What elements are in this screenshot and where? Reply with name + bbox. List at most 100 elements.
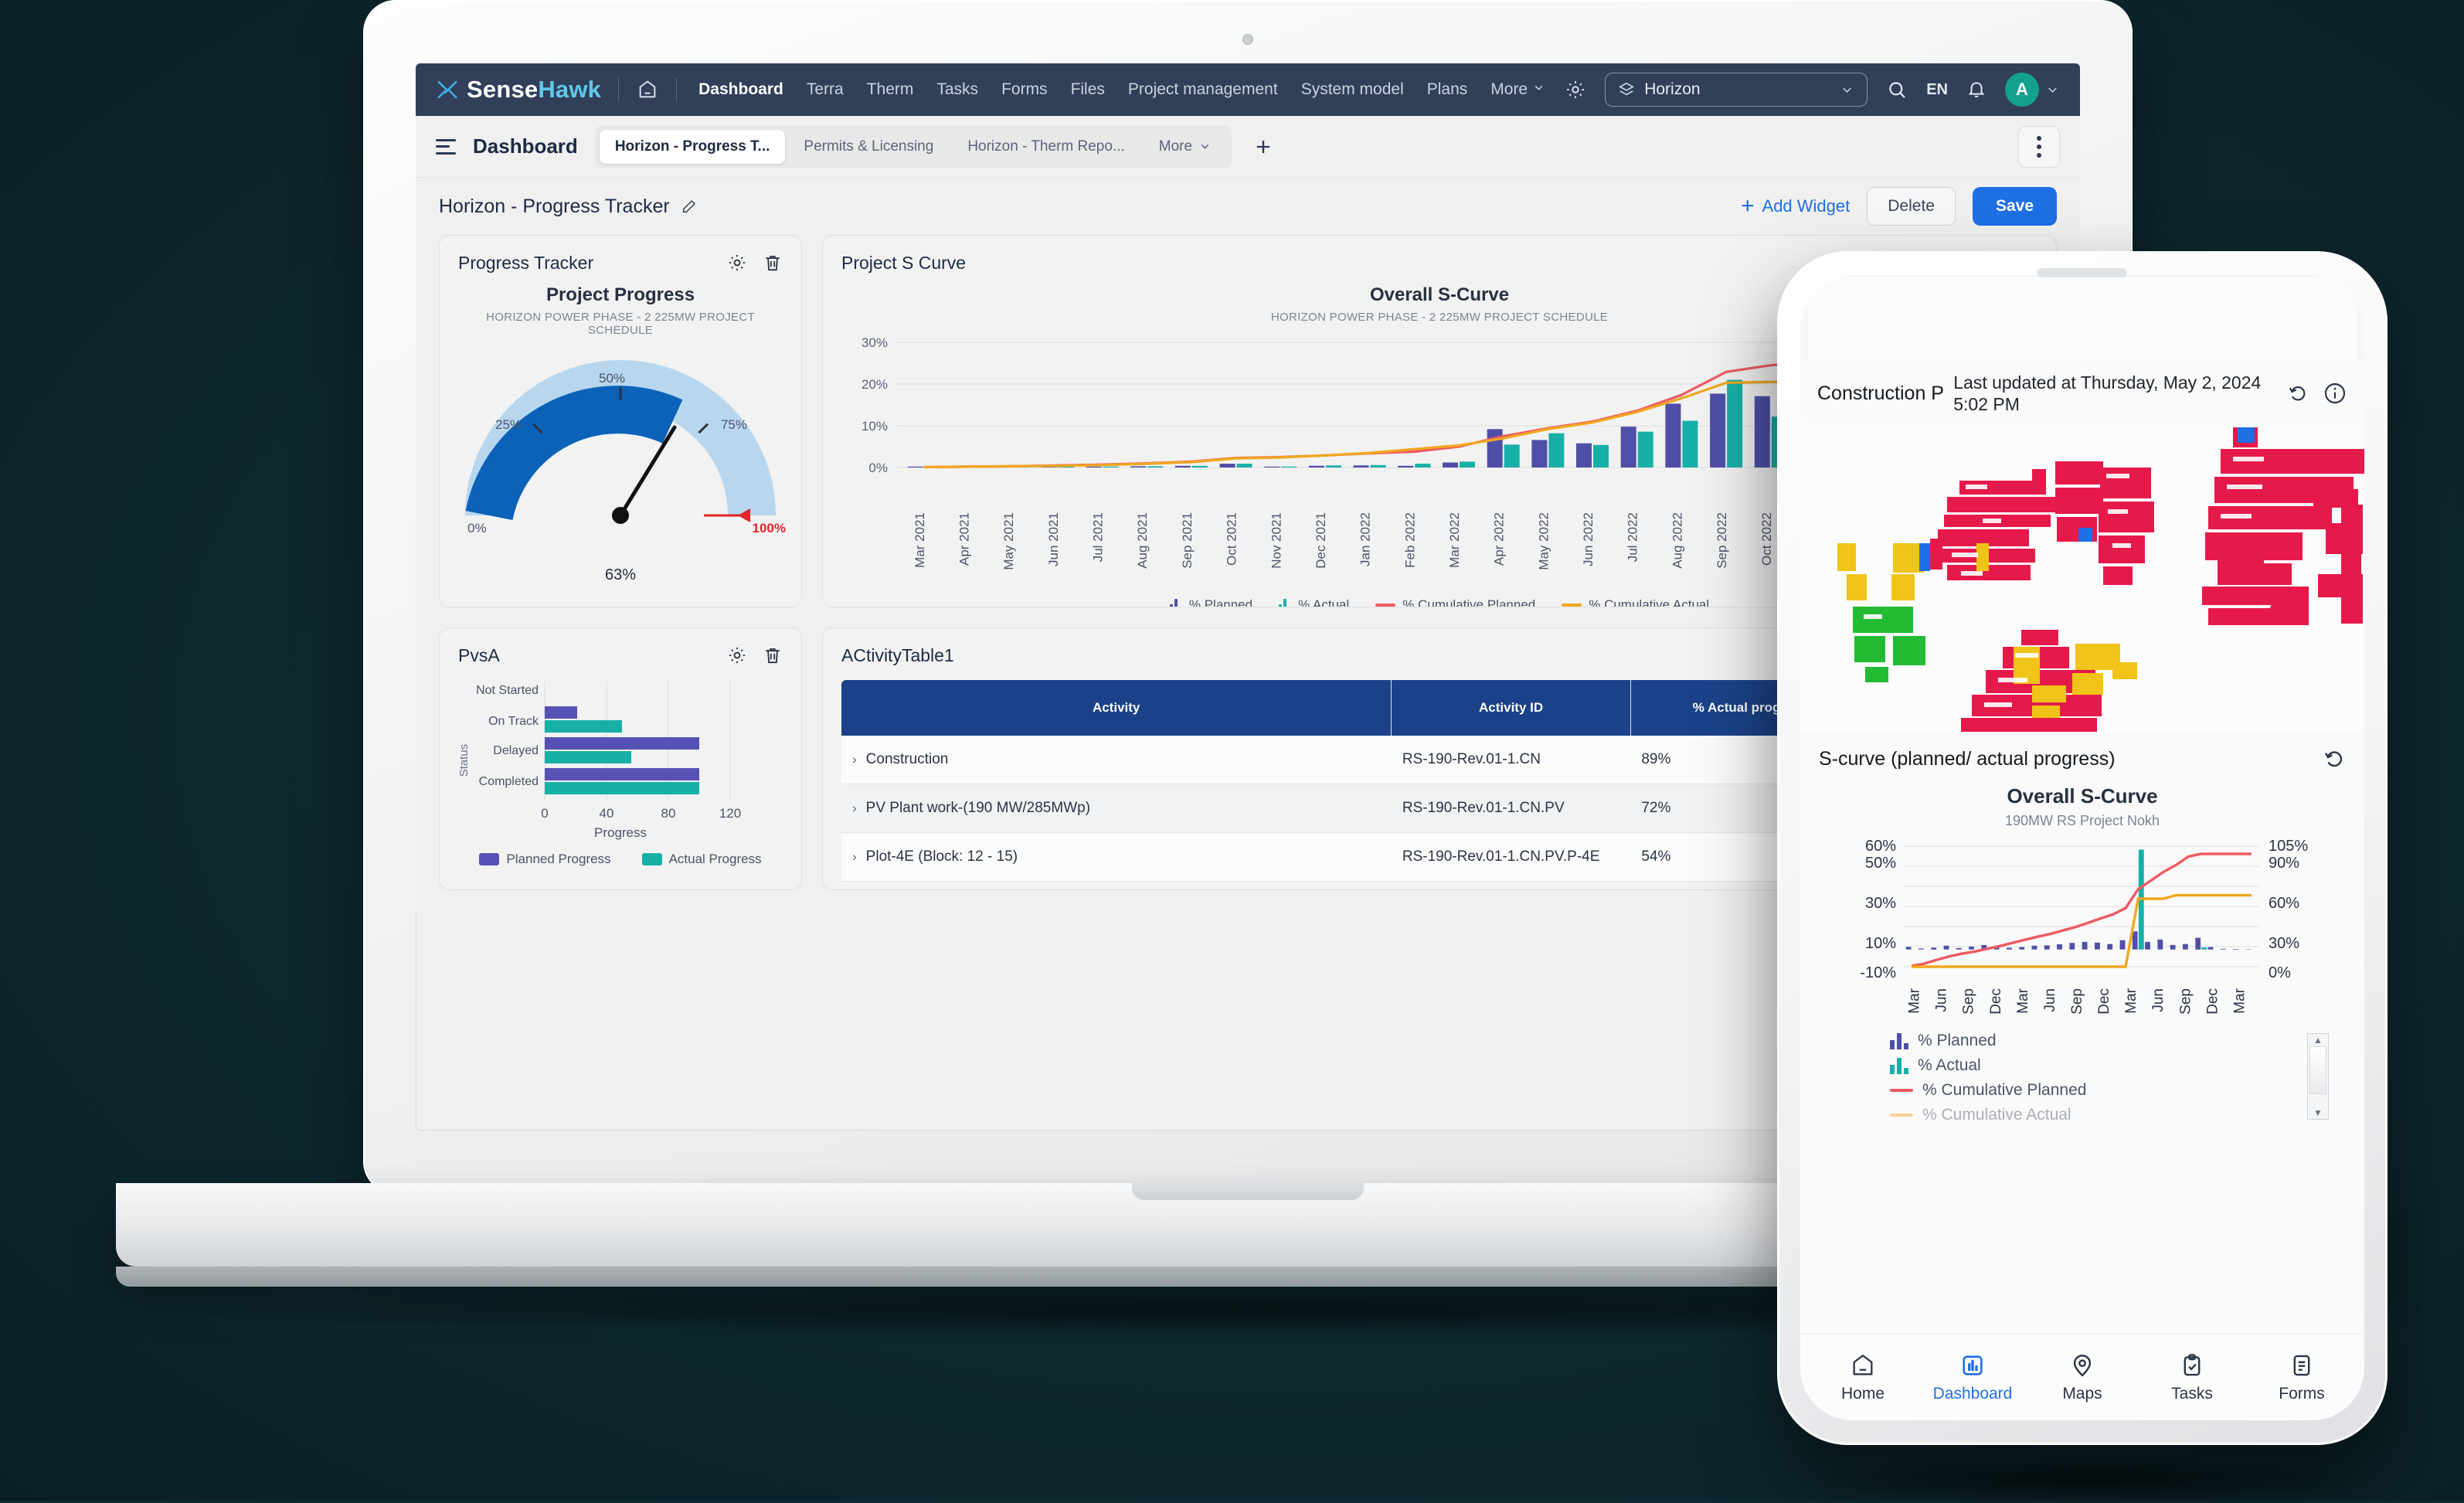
- svg-text:Not Started: Not Started: [476, 684, 539, 697]
- phone-chart-title: Overall S-Curve: [1819, 784, 2346, 808]
- chevron-right-icon[interactable]: ›: [852, 752, 857, 767]
- add-widget-button[interactable]: + Add Widget: [1741, 195, 1850, 218]
- cell-activity-id: RS-190-Rev.01-1.CN: [1392, 736, 1631, 784]
- col-activity[interactable]: Activity: [841, 680, 1392, 736]
- app-navbar: SenseHawk Dashboard Terra Therm Tasks Fo…: [416, 63, 2080, 116]
- phone-chart-subtitle: 190MW RS Project Nokh: [1819, 813, 2346, 829]
- phone-nav-maps-label: Maps: [2062, 1385, 2102, 1403]
- cell-activity[interactable]: ›Construction: [841, 736, 1392, 784]
- phone-nav-maps[interactable]: Maps: [2027, 1352, 2137, 1403]
- chevron-down-icon: [1532, 81, 1545, 94]
- scroll-up-icon[interactable]: ▲: [2313, 1035, 2323, 1046]
- add-tab-button[interactable]: [1249, 132, 1278, 162]
- legend-planned-label: % Planned: [1189, 597, 1252, 607]
- svg-text:Sep: Sep: [2177, 988, 2194, 1015]
- dashboard-title: Dashboard: [473, 134, 578, 158]
- legend-actual-label: % Actual: [1298, 597, 1349, 607]
- delete-button[interactable]: Delete: [1867, 187, 1956, 226]
- svg-text:50%: 50%: [1865, 855, 1896, 872]
- map-pin-icon: [2069, 1352, 2095, 1379]
- gauge-tick-0: 0%: [467, 521, 487, 536]
- nav-link-more-label: More: [1490, 80, 1528, 98]
- legend-actual-progress-label: Actual Progress: [669, 852, 762, 867]
- gear-icon[interactable]: [727, 253, 747, 273]
- scene: SenseHawk Dashboard Terra Therm Tasks Fo…: [0, 0, 2464, 1501]
- scrollbar-thumb[interactable]: [2309, 1046, 2326, 1094]
- svg-text:Aug 2022: Aug 2022: [1670, 512, 1684, 569]
- nav-link-forms[interactable]: Forms: [1001, 80, 1048, 99]
- phone-overall-s-curve-chart: 60%50% 30%10% -10% 105%90% 60%30% 0%: [1819, 835, 2346, 1027]
- project-progress-gauge: 0% 25% 50% 75% 100% 63%: [458, 357, 783, 558]
- kebab-menu-button[interactable]: [2018, 126, 2060, 168]
- project-selector-value: Horizon: [1644, 80, 1830, 99]
- svg-text:Mar: Mar: [2232, 988, 2248, 1013]
- legend-cumulative-actual: % Cumulative Actual: [1890, 1106, 2346, 1124]
- svg-text:On Track: On Track: [488, 715, 539, 728]
- phone-nav-home[interactable]: Home: [1808, 1352, 1918, 1403]
- gear-icon[interactable]: [727, 645, 747, 665]
- legend-scrollbar[interactable]: ▲ ▼: [2307, 1033, 2329, 1120]
- user-menu[interactable]: A: [2005, 73, 2060, 107]
- nav-link-plans[interactable]: Plans: [1427, 80, 1468, 99]
- legend-planned-label: % Planned: [1918, 1032, 1997, 1050]
- trash-icon[interactable]: [763, 253, 783, 273]
- svg-text:Sep: Sep: [2069, 988, 2085, 1015]
- gear-icon[interactable]: [1565, 79, 1586, 100]
- svg-text:Feb 2022: Feb 2022: [1402, 512, 1417, 568]
- phone-nav-tasks[interactable]: Tasks: [2137, 1352, 2247, 1403]
- phone-scurve-section: S-curve (planned/ actual progress) Overa…: [1800, 732, 2364, 1124]
- tab-permits-licensing[interactable]: Permits & Licensing: [788, 130, 949, 164]
- tab-more[interactable]: More: [1144, 130, 1227, 164]
- home-icon[interactable]: [636, 78, 659, 101]
- phone-site-map[interactable]: [1800, 423, 2364, 732]
- refresh-icon[interactable]: [2323, 747, 2346, 770]
- col-activity-id[interactable]: Activity ID: [1392, 680, 1631, 736]
- svg-text:Dec 2021: Dec 2021: [1314, 512, 1328, 569]
- phone-nav-forms[interactable]: Forms: [2247, 1352, 2357, 1403]
- phone-bottom-nav: Home Dashboard: [1800, 1334, 2364, 1420]
- phone-scurve-header: S-curve (planned/ actual progress): [1819, 747, 2346, 770]
- cell-activity-id: RS-190-Rev.01-1.CN.PV: [1392, 784, 1631, 833]
- svg-text:Jul 2022: Jul 2022: [1626, 512, 1640, 562]
- legend-cumulative-planned: % Cumulative Planned: [1375, 597, 1535, 607]
- cell-activity[interactable]: ›Plot-4E (Block: 12 - 15): [841, 833, 1392, 882]
- refresh-icon[interactable]: [2287, 383, 2309, 404]
- nav-link-more[interactable]: More: [1490, 80, 1545, 99]
- hamburger-icon[interactable]: [436, 139, 456, 155]
- svg-text:20%: 20%: [862, 377, 888, 392]
- chevron-right-icon[interactable]: ›: [852, 801, 857, 815]
- tab-horizon-therm-report[interactable]: Horizon - Therm Repo...: [952, 130, 1140, 164]
- nav-link-files[interactable]: Files: [1071, 80, 1105, 99]
- svg-text:90%: 90%: [2269, 855, 2299, 872]
- tab-horizon-progress-tracker[interactable]: Horizon - Progress T...: [600, 130, 786, 164]
- svg-text:Apr 2021: Apr 2021: [957, 512, 972, 566]
- phone-nav-dashboard[interactable]: Dashboard: [1918, 1352, 2027, 1403]
- widget-title: Progress Tracker: [458, 253, 593, 274]
- bell-icon[interactable]: [1966, 80, 1986, 100]
- scroll-down-icon[interactable]: ▼: [2313, 1107, 2323, 1118]
- save-button[interactable]: Save: [1973, 187, 2057, 226]
- svg-text:Mar: Mar: [2123, 988, 2139, 1013]
- nav-link-project-management[interactable]: Project management: [1128, 80, 1278, 99]
- svg-text:80: 80: [661, 806, 676, 821]
- svg-text:Jun: Jun: [2042, 988, 2058, 1012]
- activity-name: PV Plant work-(190 MW/285MWp): [866, 800, 1090, 816]
- nav-link-system-model[interactable]: System model: [1301, 80, 1404, 99]
- info-icon[interactable]: [2323, 381, 2347, 406]
- project-selector[interactable]: Horizon: [1605, 73, 1868, 107]
- svg-text:0%: 0%: [868, 461, 888, 475]
- svg-text:40: 40: [600, 806, 614, 821]
- trash-icon[interactable]: [763, 645, 783, 665]
- search-icon[interactable]: [1886, 79, 1908, 100]
- nav-link-therm[interactable]: Therm: [867, 80, 914, 99]
- chevron-right-icon[interactable]: ›: [852, 849, 857, 864]
- pencil-icon[interactable]: [681, 198, 698, 215]
- svg-text:Jul 2021: Jul 2021: [1091, 512, 1106, 562]
- language-selector[interactable]: EN: [1926, 81, 1948, 99]
- nav-link-terra[interactable]: Terra: [807, 80, 844, 99]
- nav-link-dashboard[interactable]: Dashboard: [698, 80, 783, 99]
- sensehawk-logo[interactable]: SenseHawk: [436, 76, 601, 104]
- nav-link-tasks[interactable]: Tasks: [936, 80, 978, 99]
- layers-icon: [1618, 81, 1635, 98]
- cell-activity[interactable]: › PV Plant work-(190 MW/285MWp): [841, 784, 1392, 833]
